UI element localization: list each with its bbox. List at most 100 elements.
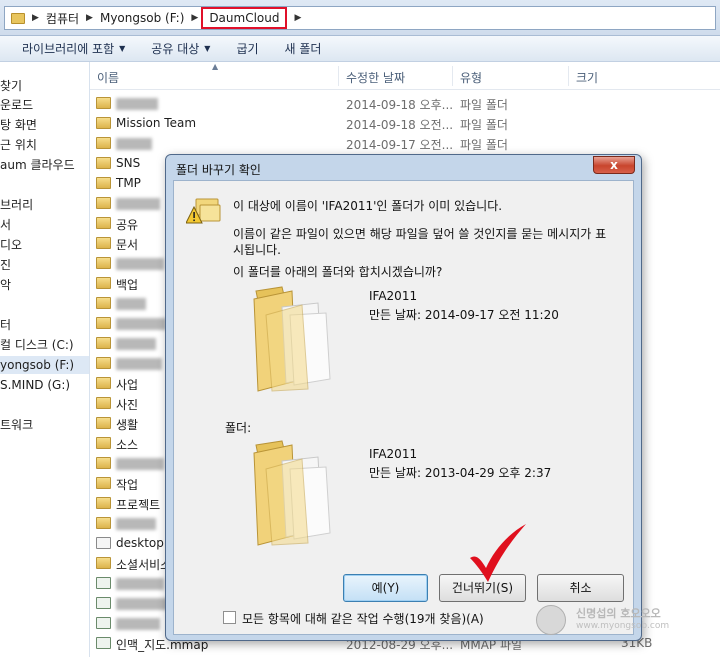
apply-to-all-label[interactable]: 모든 항목에 대해 같은 작업 수행(19개 찾음)(A) xyxy=(242,610,484,627)
avatar xyxy=(536,605,566,635)
nav-item-network[interactable]: 트워크 xyxy=(0,416,33,434)
apply-to-all-checkbox[interactable] xyxy=(223,611,236,624)
folder-icon xyxy=(96,417,111,429)
nav-item-drive-f[interactable]: yongsob (F:) xyxy=(0,356,89,374)
file-name: 사진 xyxy=(116,398,139,412)
nav-item-music[interactable]: 악 xyxy=(0,276,11,294)
file-date: 2014-09-18 오전... xyxy=(346,118,454,132)
dialog-info-line2: 시됩니다. xyxy=(233,243,281,257)
chevron-down-icon: ▼ xyxy=(204,44,211,53)
nav-item-documents[interactable]: 서 xyxy=(0,216,11,234)
file-type: 파일 폴더 xyxy=(460,138,508,152)
watermark: 신명섭의 호오오오 www.myongsob.com xyxy=(536,603,686,639)
folder-icon xyxy=(96,517,111,529)
blurred-file-name xyxy=(116,358,162,370)
file-icon xyxy=(96,637,111,649)
target-folder-icon[interactable] xyxy=(252,439,336,547)
nav-item-drive-g[interactable]: S.MIND (G:) xyxy=(0,376,70,394)
file-name: 소스 xyxy=(116,438,139,452)
dialog-body: 이 대상에 이름이 'IFA2011'인 폴더가 이미 있습니다. 이름이 같은… xyxy=(173,180,634,635)
checkmark-icon xyxy=(470,524,526,582)
column-date[interactable]: 수정한 날짜 xyxy=(346,69,405,86)
file-name: TMP xyxy=(116,176,141,190)
folder-icon xyxy=(96,217,111,229)
folder-icon xyxy=(96,277,111,289)
confirm-folder-replace-dialog: 폴더 바꾸기 확인 x 이 대상에 이름이 'IFA2011'인 폴더가 이미 … xyxy=(165,154,642,641)
target-folder-label: 폴더: xyxy=(225,421,252,435)
file-name: SNS xyxy=(116,156,141,170)
yes-button[interactable]: 예(Y) xyxy=(343,574,428,602)
column-divider[interactable] xyxy=(452,66,453,86)
column-size[interactable]: 크기 xyxy=(576,69,598,86)
file-date: 2014-09-17 오전... xyxy=(346,138,454,152)
nav-item-computer[interactable]: 터 xyxy=(0,316,11,334)
nav-item-videos[interactable]: 디오 xyxy=(0,236,22,254)
file-name: 생활 xyxy=(116,418,139,432)
nav-item-favorites[interactable]: 찾기 xyxy=(0,77,22,95)
watermark-title: 신명섭의 호오오오 xyxy=(576,607,661,620)
file-icon xyxy=(96,577,111,589)
folder-icon xyxy=(96,177,111,189)
new-folder-button[interactable]: 새 폴더 xyxy=(285,40,322,57)
nav-item-desktop[interactable]: 탕 화면 xyxy=(0,116,37,134)
blurred-file-name xyxy=(116,298,146,310)
nav-item-downloads[interactable]: 운로드 xyxy=(0,96,33,114)
chevron-right-icon[interactable]: ▶ xyxy=(294,13,301,23)
blurred-file-name xyxy=(116,338,156,350)
breadcrumb-daumcloud[interactable]: DaumCloud xyxy=(201,7,288,29)
source-folder-icon[interactable] xyxy=(252,285,336,393)
file-type: 파일 폴더 xyxy=(460,118,508,132)
chevron-right-icon[interactable]: ▶ xyxy=(191,13,198,23)
dialog-title: 폴더 바꾸기 확인 xyxy=(176,163,261,177)
file-name: 백업 xyxy=(116,278,139,292)
column-divider[interactable] xyxy=(338,66,339,86)
nav-item-daum-cloud[interactable]: aum 클라우드 xyxy=(0,156,75,174)
target-folder-name: IFA2011 xyxy=(369,447,418,461)
file-row[interactable]: 2014-09-18 오후... 파일 폴더 xyxy=(96,94,716,114)
chevron-down-icon: ▼ xyxy=(119,44,126,53)
folder-icon xyxy=(96,377,111,389)
folder-icon xyxy=(96,117,111,129)
column-type[interactable]: 유형 xyxy=(460,69,482,86)
command-toolbar: 라이브러리에 포함 ▼ 공유 대상 ▼ 굽기 새 폴더 xyxy=(0,36,720,62)
address-bar: ▶ 컴퓨터 ▶ Myongsob (F:) ▶ DaumCloud ▶ xyxy=(0,0,720,36)
nav-item-libraries[interactable]: 브러리 xyxy=(0,196,33,214)
cancel-button[interactable]: 취소 xyxy=(537,574,624,602)
source-folder-name: IFA2011 xyxy=(369,289,418,303)
folder-icon xyxy=(96,497,111,509)
folder-icon xyxy=(96,197,111,209)
column-divider[interactable] xyxy=(568,66,569,86)
folder-icon xyxy=(11,12,25,24)
address-box[interactable]: ▶ 컴퓨터 ▶ Myongsob (F:) ▶ DaumCloud ▶ xyxy=(4,6,716,30)
watermark-url: www.myongsob.com xyxy=(576,621,670,631)
dialog-question: 이 폴더를 아래의 폴더와 합치시겠습니까? xyxy=(233,265,443,279)
blurred-file-name xyxy=(116,618,160,630)
file-icon xyxy=(96,537,111,549)
file-name: 공유 xyxy=(116,218,139,232)
folder-icon xyxy=(96,337,111,349)
close-button[interactable]: x xyxy=(593,156,635,174)
burn-button[interactable]: 굽기 xyxy=(236,40,258,57)
file-row[interactable]: Mission Team 2014-09-18 오전... 파일 폴더 xyxy=(96,114,716,134)
share-with-button[interactable]: 공유 대상 ▼ xyxy=(151,40,210,57)
nav-item-recent[interactable]: 근 위치 xyxy=(0,136,37,154)
nav-item-local-disk-c[interactable]: 컬 디스크 (C:) xyxy=(0,336,74,354)
folder-icon xyxy=(96,97,111,109)
column-name[interactable]: 이름 xyxy=(97,69,119,86)
file-icon xyxy=(96,597,111,609)
file-name: 작업 xyxy=(116,478,139,492)
file-type: 파일 폴더 xyxy=(460,98,508,112)
blurred-file-name xyxy=(116,98,158,110)
breadcrumb-drive[interactable]: Myongsob (F:) xyxy=(100,11,184,25)
chevron-right-icon[interactable]: ▶ xyxy=(86,13,93,23)
chevron-right-icon[interactable]: ▶ xyxy=(32,13,39,23)
file-row[interactable]: 2014-09-17 오전... 파일 폴더 xyxy=(96,134,716,154)
blurred-file-name xyxy=(116,458,164,470)
blurred-file-name xyxy=(116,518,156,530)
folder-icon xyxy=(96,437,111,449)
nav-item-pictures[interactable]: 진 xyxy=(0,256,11,274)
folder-icon xyxy=(96,477,111,489)
dialog-info-line1: 이름이 같은 파일이 있으면 해당 파일을 덮어 쓸 것인지를 묻는 메시지가 … xyxy=(233,227,607,241)
breadcrumb-computer[interactable]: 컴퓨터 xyxy=(46,10,79,27)
include-in-library-button[interactable]: 라이브러리에 포함 ▼ xyxy=(22,40,125,57)
